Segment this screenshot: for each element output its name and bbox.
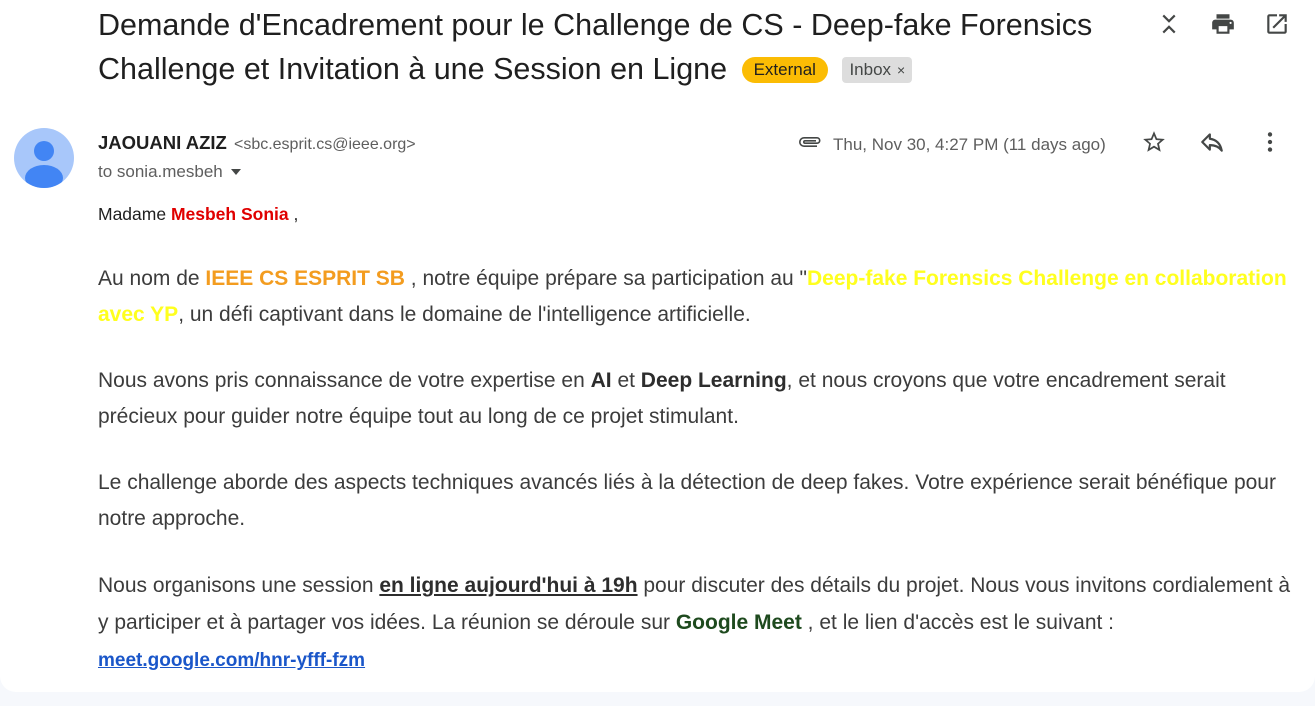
inbox-label[interactable]: Inbox × xyxy=(842,57,913,83)
meet-link[interactable]: meet.google.com/hnr-yfff-fzm xyxy=(98,650,365,671)
session-time: en ligne aujourd'hui à 19h xyxy=(379,574,638,597)
paragraph-session: Nous organisons une session en ligne auj… xyxy=(98,567,1298,679)
email-subject: Demande d'Encadrement pour le Challenge … xyxy=(98,3,1138,91)
keyword-ai: AI xyxy=(590,369,612,392)
keyword-deep-learning: Deep Learning xyxy=(640,369,787,392)
print-icon[interactable] xyxy=(1209,10,1237,38)
inbox-label-text: Inbox xyxy=(849,60,892,79)
open-in-new-window-icon[interactable] xyxy=(1263,10,1291,38)
sender-name[interactable]: JAOUANI AZIZ xyxy=(98,132,227,153)
message-date: Thu, Nov 30, 4:27 PM (11 days ago) xyxy=(833,134,1106,154)
paragraph-intro: Au nom de IEEE CS ESPRIT SB , notre équi… xyxy=(98,261,1298,333)
sender-line: JAOUANI AZIZ <sbc.esprit.cs@ieee.org> xyxy=(98,132,416,154)
greeting: Madame Mesbeh Sonia , xyxy=(98,199,1298,229)
text: , et le lien d'accès est le suivant : xyxy=(801,611,1115,634)
show-details-icon[interactable] xyxy=(230,169,241,175)
message-meta: Thu, Nov 30, 4:27 PM (11 days ago) xyxy=(795,131,1106,158)
text: , notre équipe prépare sa participation … xyxy=(404,267,808,290)
remove-label-icon[interactable]: × xyxy=(897,62,905,78)
text: Nous avons pris connaissance de votre ex… xyxy=(98,369,591,392)
thread-toolbar xyxy=(1155,10,1291,38)
more-vert-icon[interactable] xyxy=(1256,128,1284,156)
email-view: Demande d'Encadrement pour le Challenge … xyxy=(0,0,1315,692)
collapse-icon[interactable] xyxy=(1155,10,1183,38)
greeting-prefix: Madame xyxy=(98,204,171,224)
text: et xyxy=(611,369,641,392)
paragraph-expertise: Nous avons pris connaissance de votre ex… xyxy=(98,363,1298,435)
text: , un défi captivant dans le domaine de l… xyxy=(178,303,751,326)
attachment-icon xyxy=(795,131,833,158)
recipient-name: Mesbeh Sonia xyxy=(170,204,289,224)
subject-text: Demande d'Encadrement pour le Challenge … xyxy=(98,8,1093,86)
greeting-suffix: , xyxy=(288,204,299,224)
star-icon[interactable] xyxy=(1140,128,1168,156)
external-label: External xyxy=(741,57,828,83)
paragraph-challenge: Le challenge aborde des aspects techniqu… xyxy=(98,471,1276,530)
platform-name: Google Meet xyxy=(675,611,802,634)
text: Au nom de xyxy=(98,267,206,290)
message-actions xyxy=(1140,128,1284,156)
recipients-text: to sonia.mesbeh xyxy=(98,162,223,181)
avatar[interactable] xyxy=(14,128,74,188)
organization-name: IEEE CS ESPRIT SB xyxy=(205,267,405,290)
text: Nous organisons une session xyxy=(98,574,380,597)
reply-icon[interactable] xyxy=(1198,128,1226,156)
recipients-line: to sonia.mesbeh xyxy=(98,162,241,182)
sender-email: <sbc.esprit.cs@ieee.org> xyxy=(233,136,416,153)
person-icon xyxy=(25,141,63,188)
